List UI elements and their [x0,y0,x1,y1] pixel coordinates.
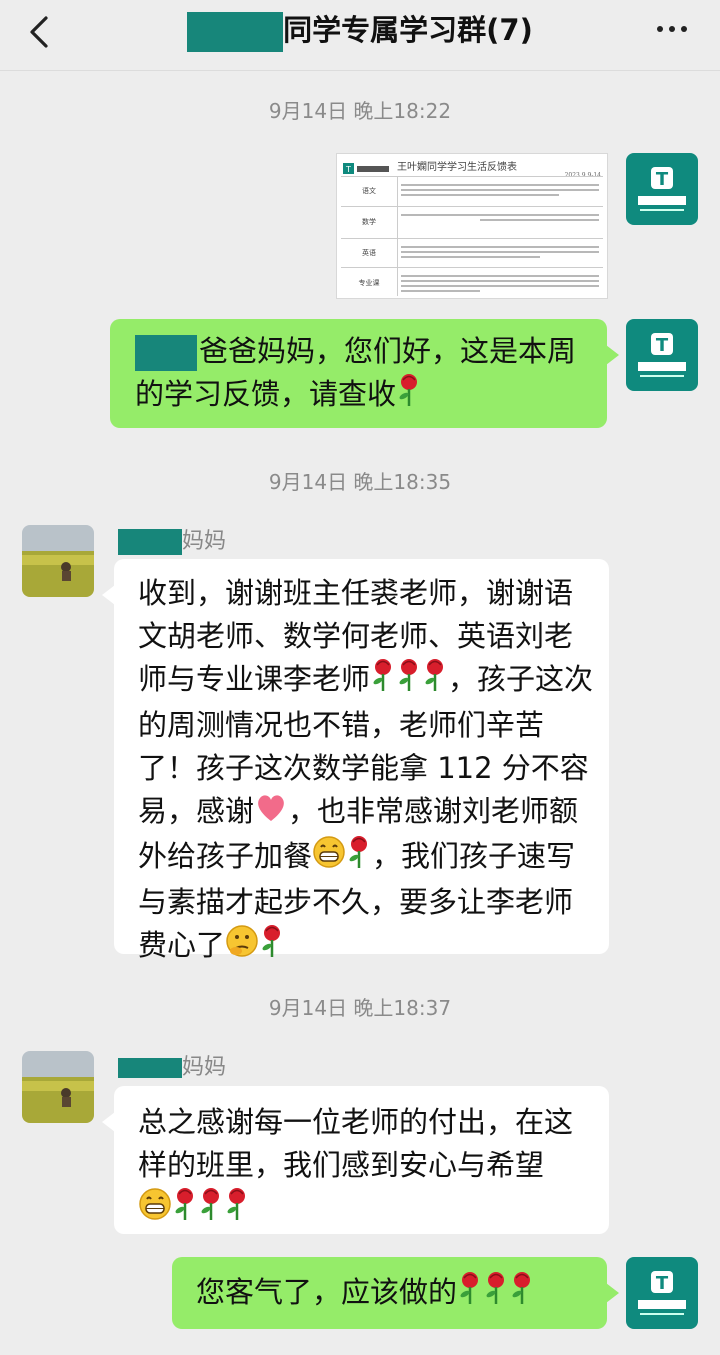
rose-icon [509,1271,535,1317]
timestamp: 9月14日 晚上18:22 [268,99,452,123]
grin-emoji-icon [312,835,346,881]
brand-avatar[interactable]: T [626,153,698,225]
redacted-name [135,335,197,371]
svg-text:T: T [345,165,351,174]
incoming-message-bubble[interactable]: 收到，谢谢班主任裘老师，谢谢语文胡老师、数学何老师、英语刘老师与专业课李老师 ，孩… [102,559,609,962]
user-avatar[interactable] [22,1051,94,1123]
timestamp: 9月14日 晚上18:35 [268,470,452,494]
feedback-document-image[interactable]: T 王叶嫻同学学习生活反馈表 2023.9.9-14 语文 数学 英语 专业课 [336,153,608,299]
timestamp: 9月14日 晚上18:37 [268,996,452,1020]
redacted-name [118,529,182,555]
message-text: 您客气了，应该做的 [196,1275,458,1309]
rose-icon [259,924,285,970]
rose-icon [370,658,396,704]
rose-icon [172,1187,198,1233]
rose-icon [198,1187,224,1233]
message-text: 总之感谢每一位老师的付出，在这样的班里，我们感到安心与希望 [138,1105,574,1182]
rose-icon [457,1271,483,1317]
my-message-bubble[interactable]: 爸爸妈妈，您们好，这是本周的学习反馈，请查收 [110,319,619,428]
redacted-name [187,12,284,52]
redacted-name [118,1058,182,1078]
sender-name: 妈妈 [118,527,226,557]
rose-icon [396,658,422,704]
more-dots-icon[interactable] [652,14,692,44]
doc-logo: T [343,160,393,174]
chat-header: 同学专属学习群(7) [0,0,720,71]
my-message-bubble[interactable]: 您客气了，应该做的 [172,1257,619,1329]
svg-text:T: T [656,1273,669,1294]
incoming-message-bubble[interactable]: 总之感谢每一位老师的付出，在这样的班里，我们感到安心与希望 [102,1086,609,1234]
message-text: 爸爸妈妈，您们好，这是本周的学习反馈，请查收 [135,334,577,411]
user-avatar[interactable] [22,525,94,597]
rose-icon [224,1187,250,1233]
rose-icon [483,1271,509,1317]
sender-name: 妈妈 [118,1053,226,1083]
heart-icon [254,792,288,835]
rose-icon [346,835,372,881]
svg-text:T: T [656,335,669,356]
doc-title: 王叶嫻同学学习生活反馈表 [397,162,517,173]
brand-avatar[interactable]: T [626,319,698,391]
svg-text:T: T [656,169,669,190]
rose-icon [422,658,448,704]
grin-emoji-icon [138,1187,172,1233]
doc-row: 英语 [341,238,603,267]
chat-title: 同学专属学习群(7) [0,10,720,52]
brand-avatar[interactable]: T [626,1257,698,1329]
chat-title-text: 同学专属学习群(7) [283,13,533,47]
thinking-emoji-icon [225,924,259,970]
rose-icon [396,373,422,419]
doc-row: 专业课 [341,267,603,298]
doc-row: 语文 [341,176,603,205]
doc-row: 数学 [341,206,603,237]
